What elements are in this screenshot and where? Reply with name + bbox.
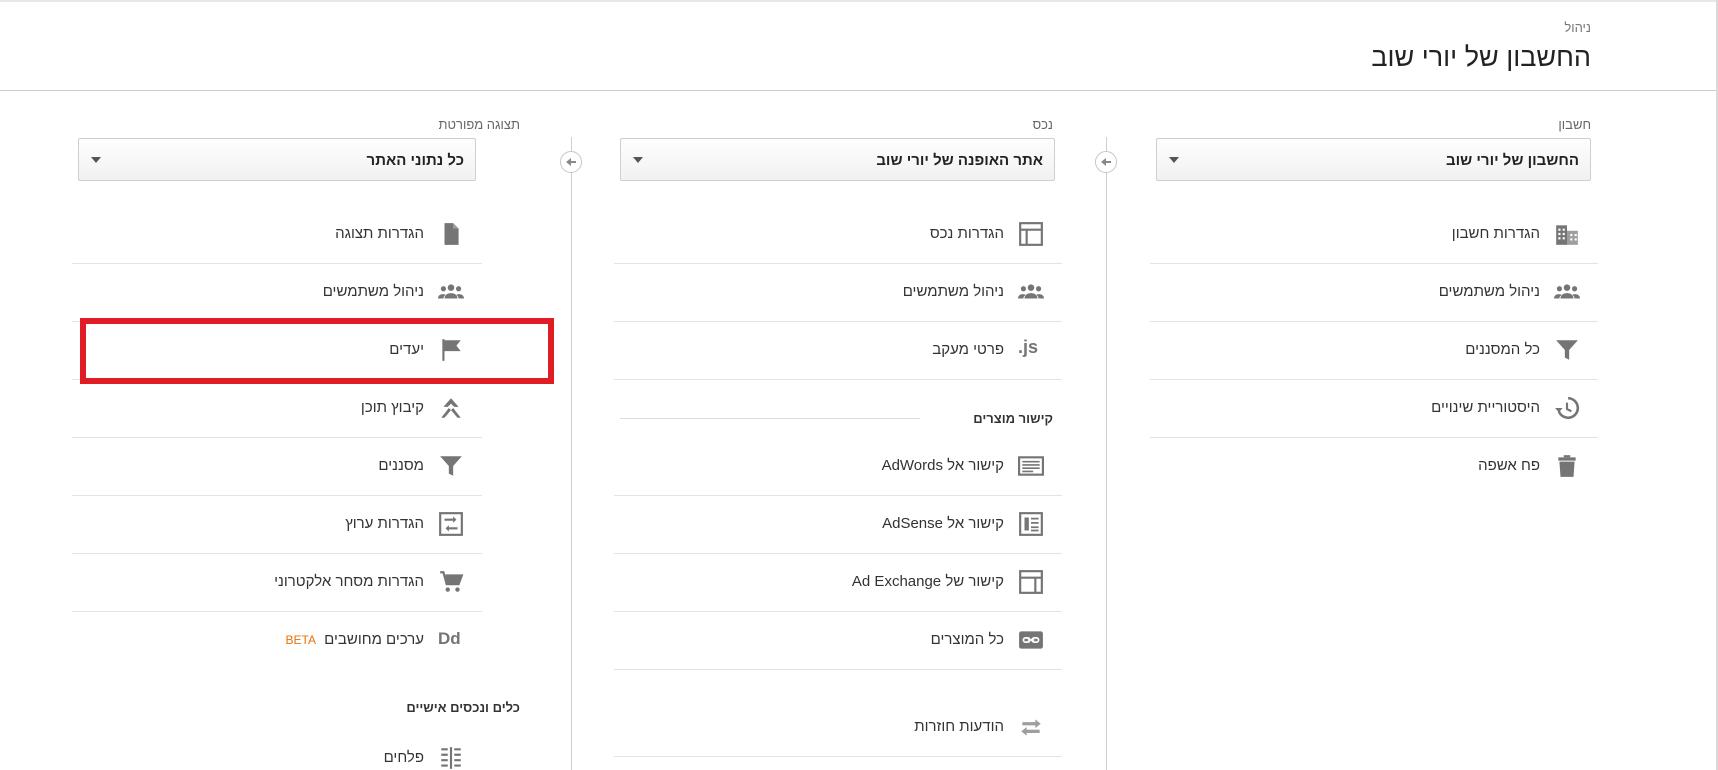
account-item-user-management[interactable]: ניהול משתמשים bbox=[1150, 264, 1598, 322]
account-item-all-filters[interactable]: כל המסננים bbox=[1150, 322, 1598, 380]
document-icon bbox=[438, 221, 464, 247]
account-item-change-history[interactable]: היסטוריית שינויים bbox=[1150, 380, 1598, 438]
collapse-view-button[interactable] bbox=[560, 151, 582, 173]
property-item-user-management[interactable]: ניהול משתמשים bbox=[614, 264, 1062, 322]
property-item-settings[interactable]: הגדרות נכס bbox=[614, 206, 1062, 264]
users-icon bbox=[1554, 279, 1580, 305]
view-item-filters-label: מסננים bbox=[378, 457, 424, 474]
property-item-ad-exchange-link[interactable]: קישור של Ad Exchange bbox=[614, 554, 1062, 612]
account-selector-value: החשבון של יורי שוב bbox=[1446, 152, 1579, 169]
view-item-content-grouping-label: קיבוץ תוכן bbox=[360, 399, 424, 416]
column-divider-right bbox=[1106, 137, 1107, 770]
view-section-title: כלים ונכסים אישיים bbox=[406, 700, 520, 715]
view-selector[interactable]: כל נתוני האתר bbox=[78, 138, 476, 181]
chevron-down-icon bbox=[91, 157, 101, 163]
property-section-title: קישור מוצרים bbox=[973, 411, 1053, 426]
account-item-all-filters-label: כל המסננים bbox=[1465, 341, 1540, 358]
building-icon bbox=[1554, 221, 1580, 247]
property-section-divider bbox=[620, 418, 920, 419]
flag-icon bbox=[438, 337, 464, 363]
view-item-channel-settings-label: הגדרות ערוץ bbox=[345, 515, 424, 532]
segments-icon bbox=[438, 745, 464, 770]
link-icon bbox=[1018, 627, 1044, 653]
property-item-all-products[interactable]: כל המוצרים bbox=[614, 612, 1062, 670]
arrow-left-icon bbox=[1101, 158, 1111, 166]
calculated-metrics-text: ערכים מחושבים bbox=[324, 631, 424, 648]
account-item-trash-label: פח אשפה bbox=[1478, 457, 1540, 474]
property-item-adsense-link-label: קישור אל AdSense bbox=[882, 515, 1004, 532]
arrow-left-icon bbox=[566, 158, 576, 166]
account-column-label: חשבון bbox=[1558, 117, 1591, 132]
property-item-tracking-info-label: פרטי מעקב bbox=[932, 341, 1004, 358]
cart-icon bbox=[438, 569, 464, 595]
breadcrumb[interactable]: ניהול bbox=[1564, 20, 1591, 35]
account-item-settings[interactable]: הגדרות חשבון bbox=[1150, 206, 1598, 264]
view-item-content-grouping[interactable]: קיבוץ תוכן bbox=[72, 380, 482, 438]
view-item-settings-label: הגדרות תצוגה bbox=[335, 225, 424, 242]
view-column-label: תצוגה מפורטת bbox=[438, 117, 520, 132]
view-item-segments[interactable]: פלחים bbox=[72, 730, 482, 770]
window-icon bbox=[1018, 221, 1044, 247]
account-item-change-history-label: היסטוריית שינויים bbox=[1431, 399, 1540, 416]
view-item-goals[interactable]: יעדים bbox=[72, 322, 482, 380]
account-item-settings-label: הגדרות חשבון bbox=[1451, 225, 1540, 242]
collapse-property-button[interactable] bbox=[1095, 151, 1117, 173]
property-item-adsense-link[interactable]: קישור אל AdSense bbox=[614, 496, 1062, 554]
view-item-goals-label: יעדים bbox=[389, 341, 424, 358]
content-grouping-icon bbox=[438, 395, 464, 421]
property-item-remarketing[interactable]: הודעות חוזרות bbox=[614, 699, 1062, 757]
users-icon bbox=[438, 279, 464, 305]
page-title: החשבון של יורי שוב bbox=[1371, 42, 1591, 72]
view-item-channel-settings[interactable]: הגדרות ערוץ bbox=[72, 496, 482, 554]
view-item-filters[interactable]: מסננים bbox=[72, 438, 482, 496]
chevron-down-icon bbox=[633, 157, 643, 163]
adwords-icon bbox=[1018, 453, 1044, 479]
filter-icon bbox=[438, 453, 464, 479]
property-item-tracking-info[interactable]: .js פרטי מעקב bbox=[614, 322, 1062, 380]
view-item-ecommerce-settings[interactable]: הגדרות מסחר אלקטרוני bbox=[72, 554, 482, 612]
ad-exchange-icon bbox=[1018, 569, 1044, 595]
account-item-trash[interactable]: פח אשפה bbox=[1150, 438, 1598, 496]
property-item-all-products-label: כל המוצרים bbox=[930, 631, 1004, 648]
property-column-label: נכס bbox=[1032, 117, 1053, 132]
history-icon bbox=[1554, 395, 1580, 421]
property-item-remarketing-label: הודעות חוזרות bbox=[914, 718, 1004, 735]
remarketing-icon bbox=[1018, 714, 1044, 740]
account-selector[interactable]: החשבון של יורי שוב bbox=[1156, 138, 1591, 181]
chevron-down-icon bbox=[1169, 157, 1179, 163]
view-item-user-management-label: ניהול משתמשים bbox=[322, 283, 424, 300]
property-item-adwords-link[interactable]: קישור אל AdWords bbox=[614, 438, 1062, 496]
property-selector[interactable]: אתר האופנה של יורי שוב bbox=[620, 138, 1055, 181]
view-item-user-management[interactable]: ניהול משתמשים bbox=[72, 264, 482, 322]
channel-settings-icon bbox=[438, 511, 464, 537]
js-icon: .js bbox=[1018, 337, 1039, 357]
property-item-settings-label: הגדרות נכס bbox=[929, 225, 1004, 242]
adsense-icon bbox=[1018, 511, 1044, 537]
users-icon bbox=[1018, 279, 1044, 305]
property-item-user-management-label: ניהול משתמשים bbox=[902, 283, 1004, 300]
filter-icon bbox=[1554, 337, 1580, 363]
property-item-ad-exchange-link-label: קישור של Ad Exchange bbox=[851, 573, 1004, 590]
account-item-user-management-label: ניהול משתמשים bbox=[1438, 283, 1540, 300]
view-item-ecommerce-settings-label: הגדרות מסחר אלקטרוני bbox=[274, 573, 424, 590]
trash-icon bbox=[1554, 453, 1580, 479]
view-item-calculated-metrics-label: ערכים מחושבים BETA bbox=[286, 631, 425, 648]
column-divider-left bbox=[571, 137, 572, 770]
property-item-adwords-link-label: קישור אל AdWords bbox=[881, 457, 1004, 474]
property-selector-value: אתר האופנה של יורי שוב bbox=[876, 152, 1043, 169]
view-item-settings[interactable]: הגדרות תצוגה bbox=[72, 206, 482, 264]
view-item-calculated-metrics[interactable]: Dd ערכים מחושבים BETA bbox=[72, 612, 482, 670]
view-selector-value: כל נתוני האתר bbox=[366, 152, 464, 169]
calculated-icon: Dd bbox=[438, 629, 461, 648]
beta-badge: BETA bbox=[285, 633, 316, 647]
view-item-segments-label: פלחים bbox=[383, 749, 424, 766]
page-header: ניהול החשבון של יורי שוב bbox=[0, 2, 1718, 91]
